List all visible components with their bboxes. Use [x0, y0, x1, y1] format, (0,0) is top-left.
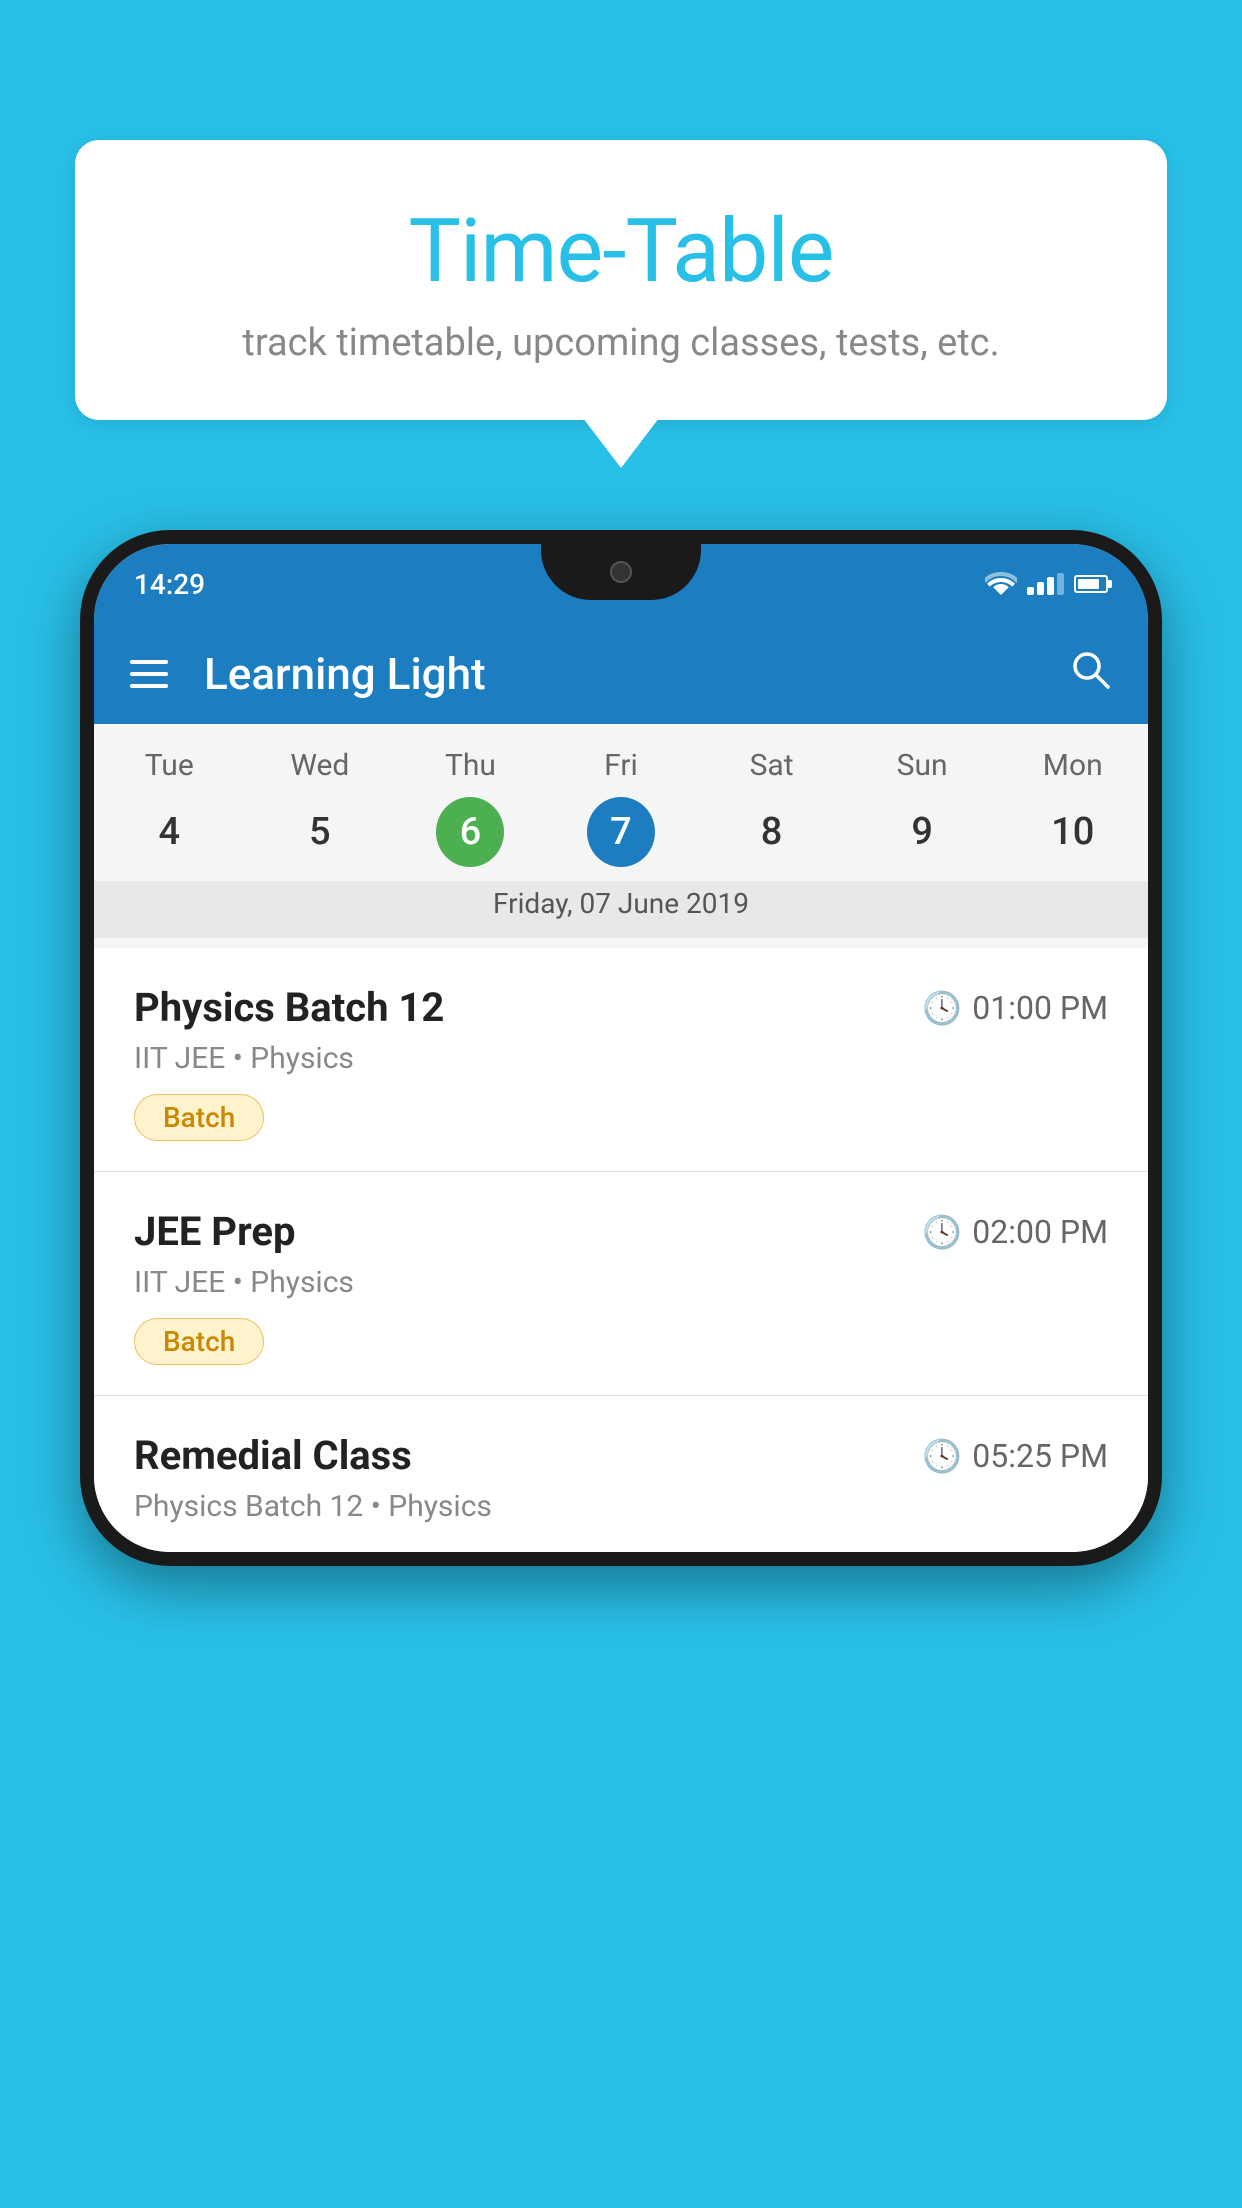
- day-7-selected[interactable]: 7: [587, 797, 655, 867]
- schedule-item-2-time-text: 02:00 PM: [972, 1213, 1108, 1251]
- day-6-today[interactable]: 6: [436, 797, 504, 867]
- schedule-item-2-time: 🕓 02:00 PM: [922, 1213, 1108, 1251]
- schedule-item-3-time: 🕓 05:25 PM: [922, 1437, 1108, 1475]
- battery-icon: [1074, 575, 1108, 593]
- schedule-item-3-header: Remedial Class 🕓 05:25 PM: [134, 1432, 1108, 1479]
- calendar-strip: Tue Wed Thu Fri Sat Sun Mon 4 5 6 7 8 9 …: [94, 724, 1148, 948]
- hamburger-line-1: [130, 660, 168, 664]
- selected-date-label: Friday, 07 June 2019: [94, 881, 1148, 938]
- day-4[interactable]: 4: [94, 797, 245, 867]
- schedule-item-2-sub: IIT JEE • Physics: [134, 1265, 1108, 1300]
- days-numbers: 4 5 6 7 8 9 10: [94, 797, 1148, 867]
- day-name-tue: Tue: [94, 748, 245, 783]
- schedule-item-3-title: Remedial Class: [134, 1432, 412, 1479]
- hamburger-line-2: [130, 672, 168, 676]
- app-title: Learning Light: [204, 648, 1068, 700]
- status-bar: 14:29: [94, 544, 1148, 624]
- schedule-item-1-time: 🕓 01:00 PM: [922, 989, 1108, 1027]
- schedule-item-3-time-text: 05:25 PM: [972, 1437, 1108, 1475]
- status-time: 14:29: [134, 568, 205, 601]
- schedule-item-2-header: JEE Prep 🕓 02:00 PM: [134, 1208, 1108, 1255]
- phone-mockup: 14:29: [80, 530, 1162, 1566]
- speech-bubble: Time-Table track timetable, upcoming cla…: [75, 140, 1167, 420]
- day-name-thu: Thu: [395, 748, 546, 783]
- bubble-subtitle: track timetable, upcoming classes, tests…: [125, 321, 1117, 365]
- phone-screen: 14:29: [94, 544, 1148, 1552]
- schedule-item-1-time-text: 01:00 PM: [972, 989, 1108, 1027]
- clock-icon-2: 🕓: [922, 1213, 962, 1251]
- signal-icon: [1027, 573, 1064, 595]
- day-name-mon: Mon: [997, 748, 1148, 783]
- day-name-wed: Wed: [245, 748, 396, 783]
- menu-icon[interactable]: [130, 660, 168, 688]
- batch-badge-1: Batch: [134, 1094, 264, 1141]
- clock-icon-3: 🕓: [922, 1437, 962, 1475]
- bubble-title: Time-Table: [125, 200, 1117, 303]
- schedule-item-1[interactable]: Physics Batch 12 🕓 01:00 PM IIT JEE • Ph…: [94, 948, 1148, 1172]
- status-icons: [985, 572, 1108, 596]
- day-name-sat: Sat: [696, 748, 847, 783]
- schedule-item-1-title: Physics Batch 12: [134, 984, 444, 1031]
- speech-bubble-container: Time-Table track timetable, upcoming cla…: [75, 140, 1167, 420]
- schedule-item-2-title: JEE Prep: [134, 1208, 295, 1255]
- batch-badge-2: Batch: [134, 1318, 264, 1365]
- search-button[interactable]: [1068, 647, 1112, 702]
- notch: [541, 544, 701, 600]
- clock-icon-1: 🕓: [922, 989, 962, 1027]
- app-topbar: Learning Light: [94, 624, 1148, 724]
- schedule-item-1-sub: IIT JEE • Physics: [134, 1041, 1108, 1076]
- day-name-sun: Sun: [847, 748, 998, 783]
- phone-outer: 14:29: [80, 530, 1162, 1566]
- schedule-item-3-sub: Physics Batch 12 • Physics: [134, 1489, 1108, 1524]
- schedule-item-3[interactable]: Remedial Class 🕓 05:25 PM Physics Batch …: [94, 1396, 1148, 1552]
- schedule-item-2[interactable]: JEE Prep 🕓 02:00 PM IIT JEE • Physics Ba…: [94, 1172, 1148, 1396]
- day-8[interactable]: 8: [696, 797, 847, 867]
- day-5[interactable]: 5: [245, 797, 396, 867]
- schedule-list: Physics Batch 12 🕓 01:00 PM IIT JEE • Ph…: [94, 948, 1148, 1552]
- wifi-icon: [985, 572, 1017, 596]
- day-name-fri: Fri: [546, 748, 697, 783]
- day-9[interactable]: 9: [847, 797, 998, 867]
- camera: [610, 561, 632, 583]
- hamburger-line-3: [130, 684, 168, 688]
- schedule-item-1-header: Physics Batch 12 🕓 01:00 PM: [134, 984, 1108, 1031]
- days-header: Tue Wed Thu Fri Sat Sun Mon: [94, 748, 1148, 783]
- day-10[interactable]: 10: [997, 797, 1148, 867]
